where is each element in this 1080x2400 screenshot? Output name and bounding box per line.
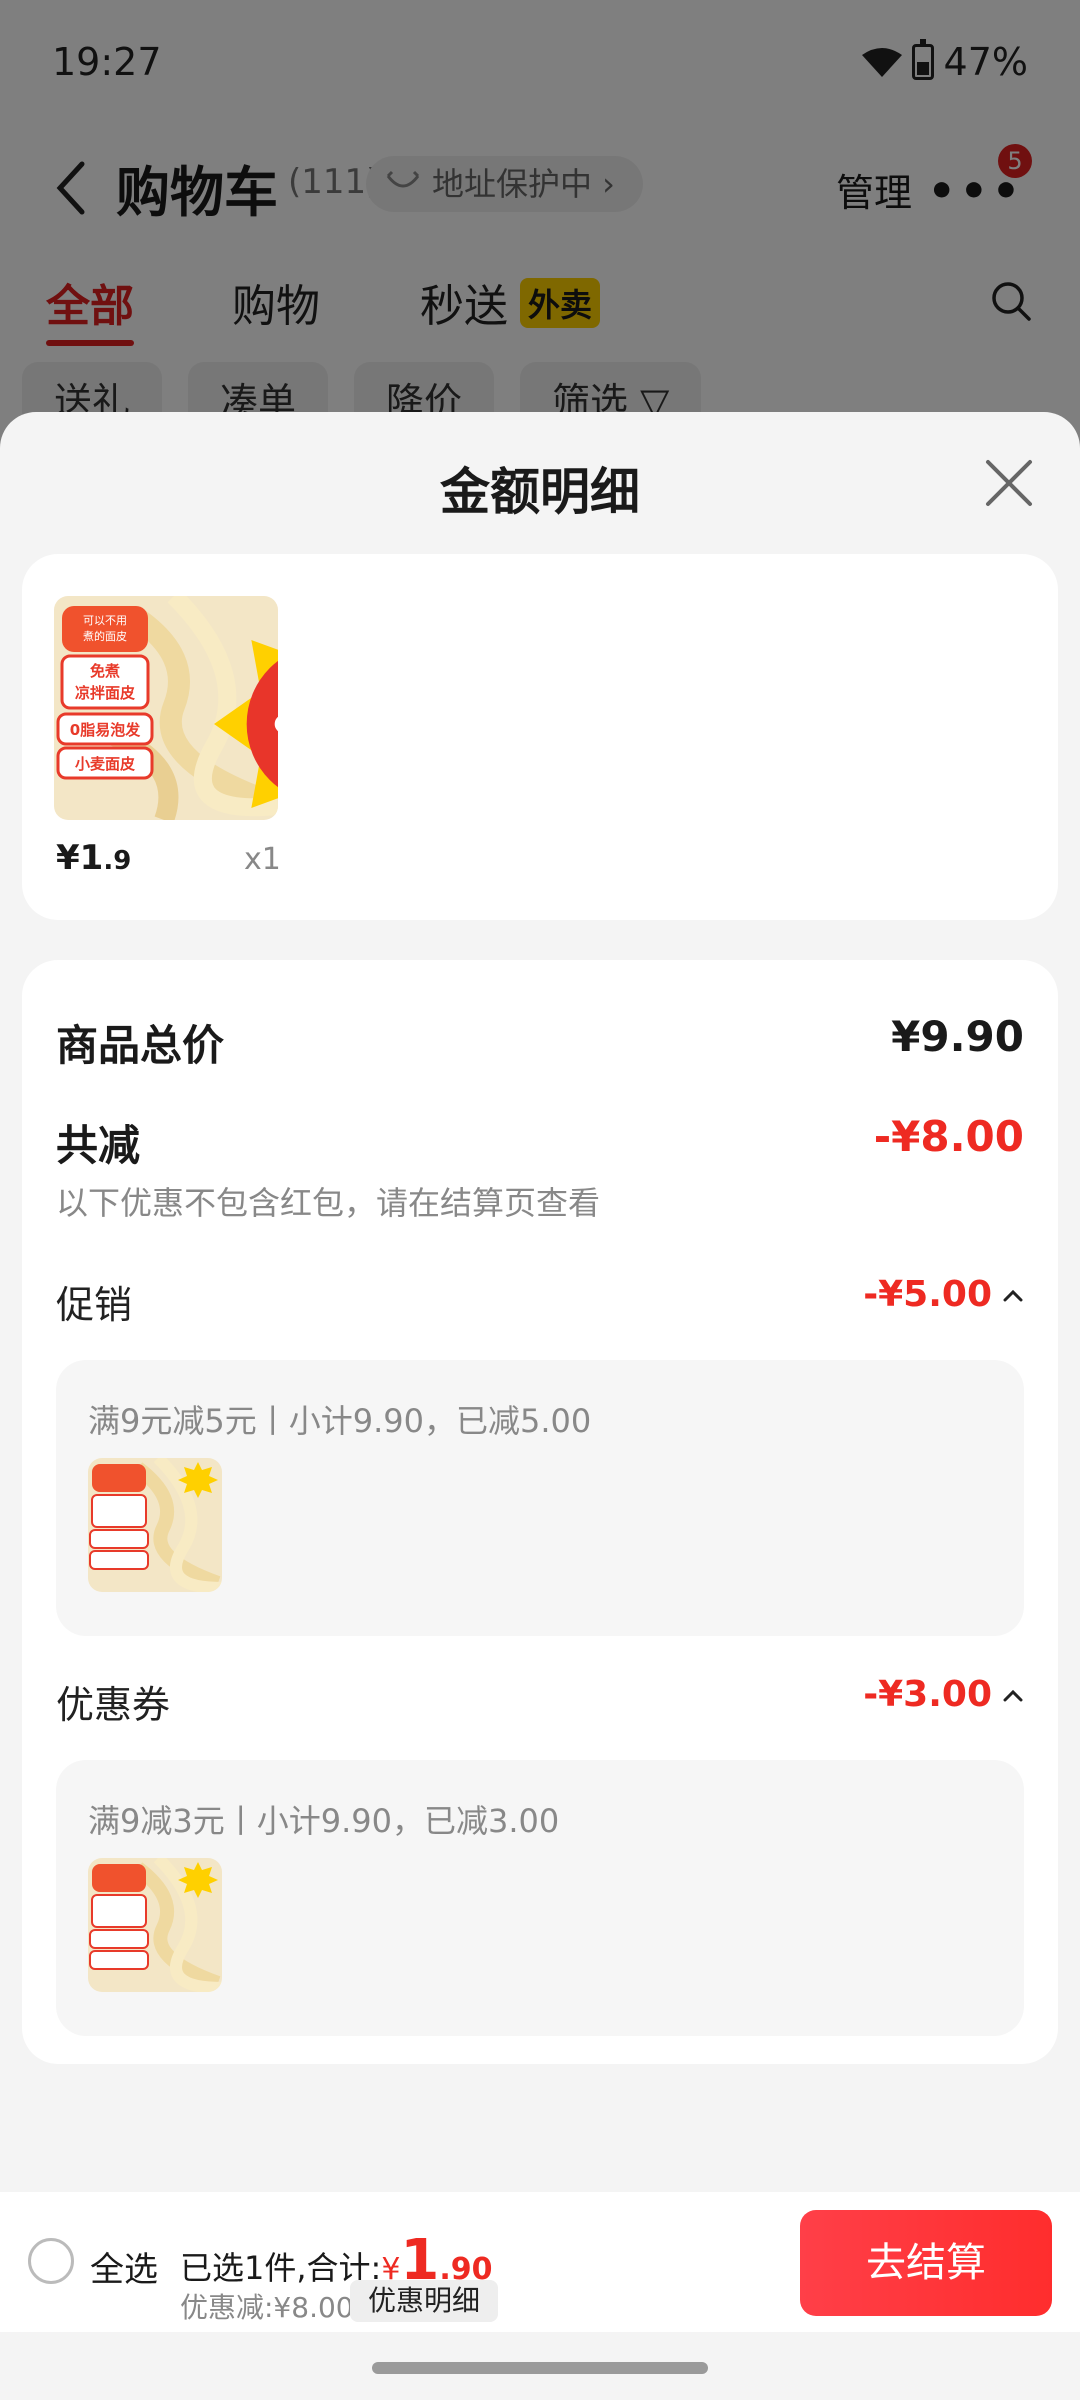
goods-total-label: 商品总价 xyxy=(56,1021,225,1070)
total-reduced-label: 共减 xyxy=(56,1121,141,1170)
product-image xyxy=(88,1858,222,1992)
promotion-value: -¥5.00 xyxy=(863,1274,992,1315)
goods-total-value: ¥9.90 xyxy=(891,1012,1024,1061)
item-price: ¥1.9 xyxy=(56,838,131,878)
promotion-label: 促销 xyxy=(56,1283,133,1327)
total-reduced-value: -¥8.00 xyxy=(873,1112,1024,1161)
discount-amount: 优惠减:¥8.00 xyxy=(180,2291,354,2324)
select-all-label[interactable]: 全选 xyxy=(90,2242,158,2291)
coupon-detail-text: 满9减3元丨小计9.90，已减3.00 xyxy=(88,1802,560,1840)
checkout-bar: 全选 已选1件,合计:¥1.90 优惠减:¥8.00 优惠明细 去结算 xyxy=(0,2192,1080,2332)
label-text-3: 免煮 xyxy=(90,662,120,680)
selected-check-icon xyxy=(214,640,278,808)
label-text-2: 煮的面皮 xyxy=(83,629,127,643)
item-quantity: x1 xyxy=(244,842,281,877)
promotion-product-thumbnail xyxy=(88,1458,222,1592)
checkout-button[interactable]: 去结算 xyxy=(800,2210,1052,2316)
chevron-up-icon[interactable] xyxy=(1002,1685,1024,1707)
coupon-label: 优惠券 xyxy=(56,1683,171,1727)
home-indicator[interactable] xyxy=(372,2362,708,2374)
discount-note: 以下优惠不包含红包，请在结算页查看 xyxy=(56,1184,601,1222)
coupon-value-wrap: -¥3.00 xyxy=(863,1674,1024,1715)
amount-breakdown-card: 商品总价 ¥9.90 共减 -¥8.00 以下优惠不包含红包，请在结算页查看 促… xyxy=(22,960,1058,2064)
promotion-value-wrap: -¥5.00 xyxy=(863,1274,1024,1315)
close-icon[interactable] xyxy=(982,456,1036,510)
label-text-1: 可以不用 xyxy=(83,614,127,627)
product-image xyxy=(88,1458,222,1592)
sheet-title: 金额明细 xyxy=(440,463,640,521)
label-text-5: 0脂易泡发 xyxy=(70,721,141,739)
chevron-up-icon[interactable] xyxy=(1002,1285,1024,1307)
summary-prefix: 已选1件,合计: xyxy=(180,2249,382,2287)
discount-detail-button[interactable]: 优惠明细 xyxy=(350,2280,499,2322)
total-reduced-row: 共减 -¥8.00 xyxy=(56,1112,1024,1173)
coupon-value: -¥3.00 xyxy=(863,1674,992,1715)
promotion-detail-text: 满9元减5元丨小计9.90，已减5.00 xyxy=(88,1402,592,1440)
product-thumbnail[interactable]: 可以不用 煮的面皮 免煮 凉拌面皮 0脂易泡发 小麦面皮 xyxy=(54,596,278,820)
selected-items-card: 可以不用 煮的面皮 免煮 凉拌面皮 0脂易泡发 小麦面皮 ¥1.9 x1 xyxy=(22,554,1058,920)
promotion-detail-box: 满9元减5元丨小计9.90，已减5.00 xyxy=(56,1360,1024,1636)
item-price-dec: .9 xyxy=(103,846,132,876)
coupon-product-thumbnail xyxy=(88,1858,222,1992)
select-all-radio[interactable] xyxy=(28,2238,74,2284)
promotion-row[interactable]: 促销 -¥5.00 xyxy=(56,1274,1024,1329)
label-text-4: 凉拌面皮 xyxy=(75,684,135,702)
amount-detail-sheet: 金额明细 可以不用 煮的面皮 免煮 凉拌面皮 0脂易泡发 小麦面皮 ¥1.9 x… xyxy=(0,412,1080,2192)
label-text-6: 小麦面皮 xyxy=(75,755,135,773)
coupon-detail-box: 满9减3元丨小计9.90，已减3.00 xyxy=(56,1760,1024,2036)
goods-total-row: 商品总价 ¥9.90 xyxy=(56,1012,1024,1073)
item-price-int: ¥1 xyxy=(56,838,104,878)
coupon-row[interactable]: 优惠券 -¥3.00 xyxy=(56,1674,1024,1729)
